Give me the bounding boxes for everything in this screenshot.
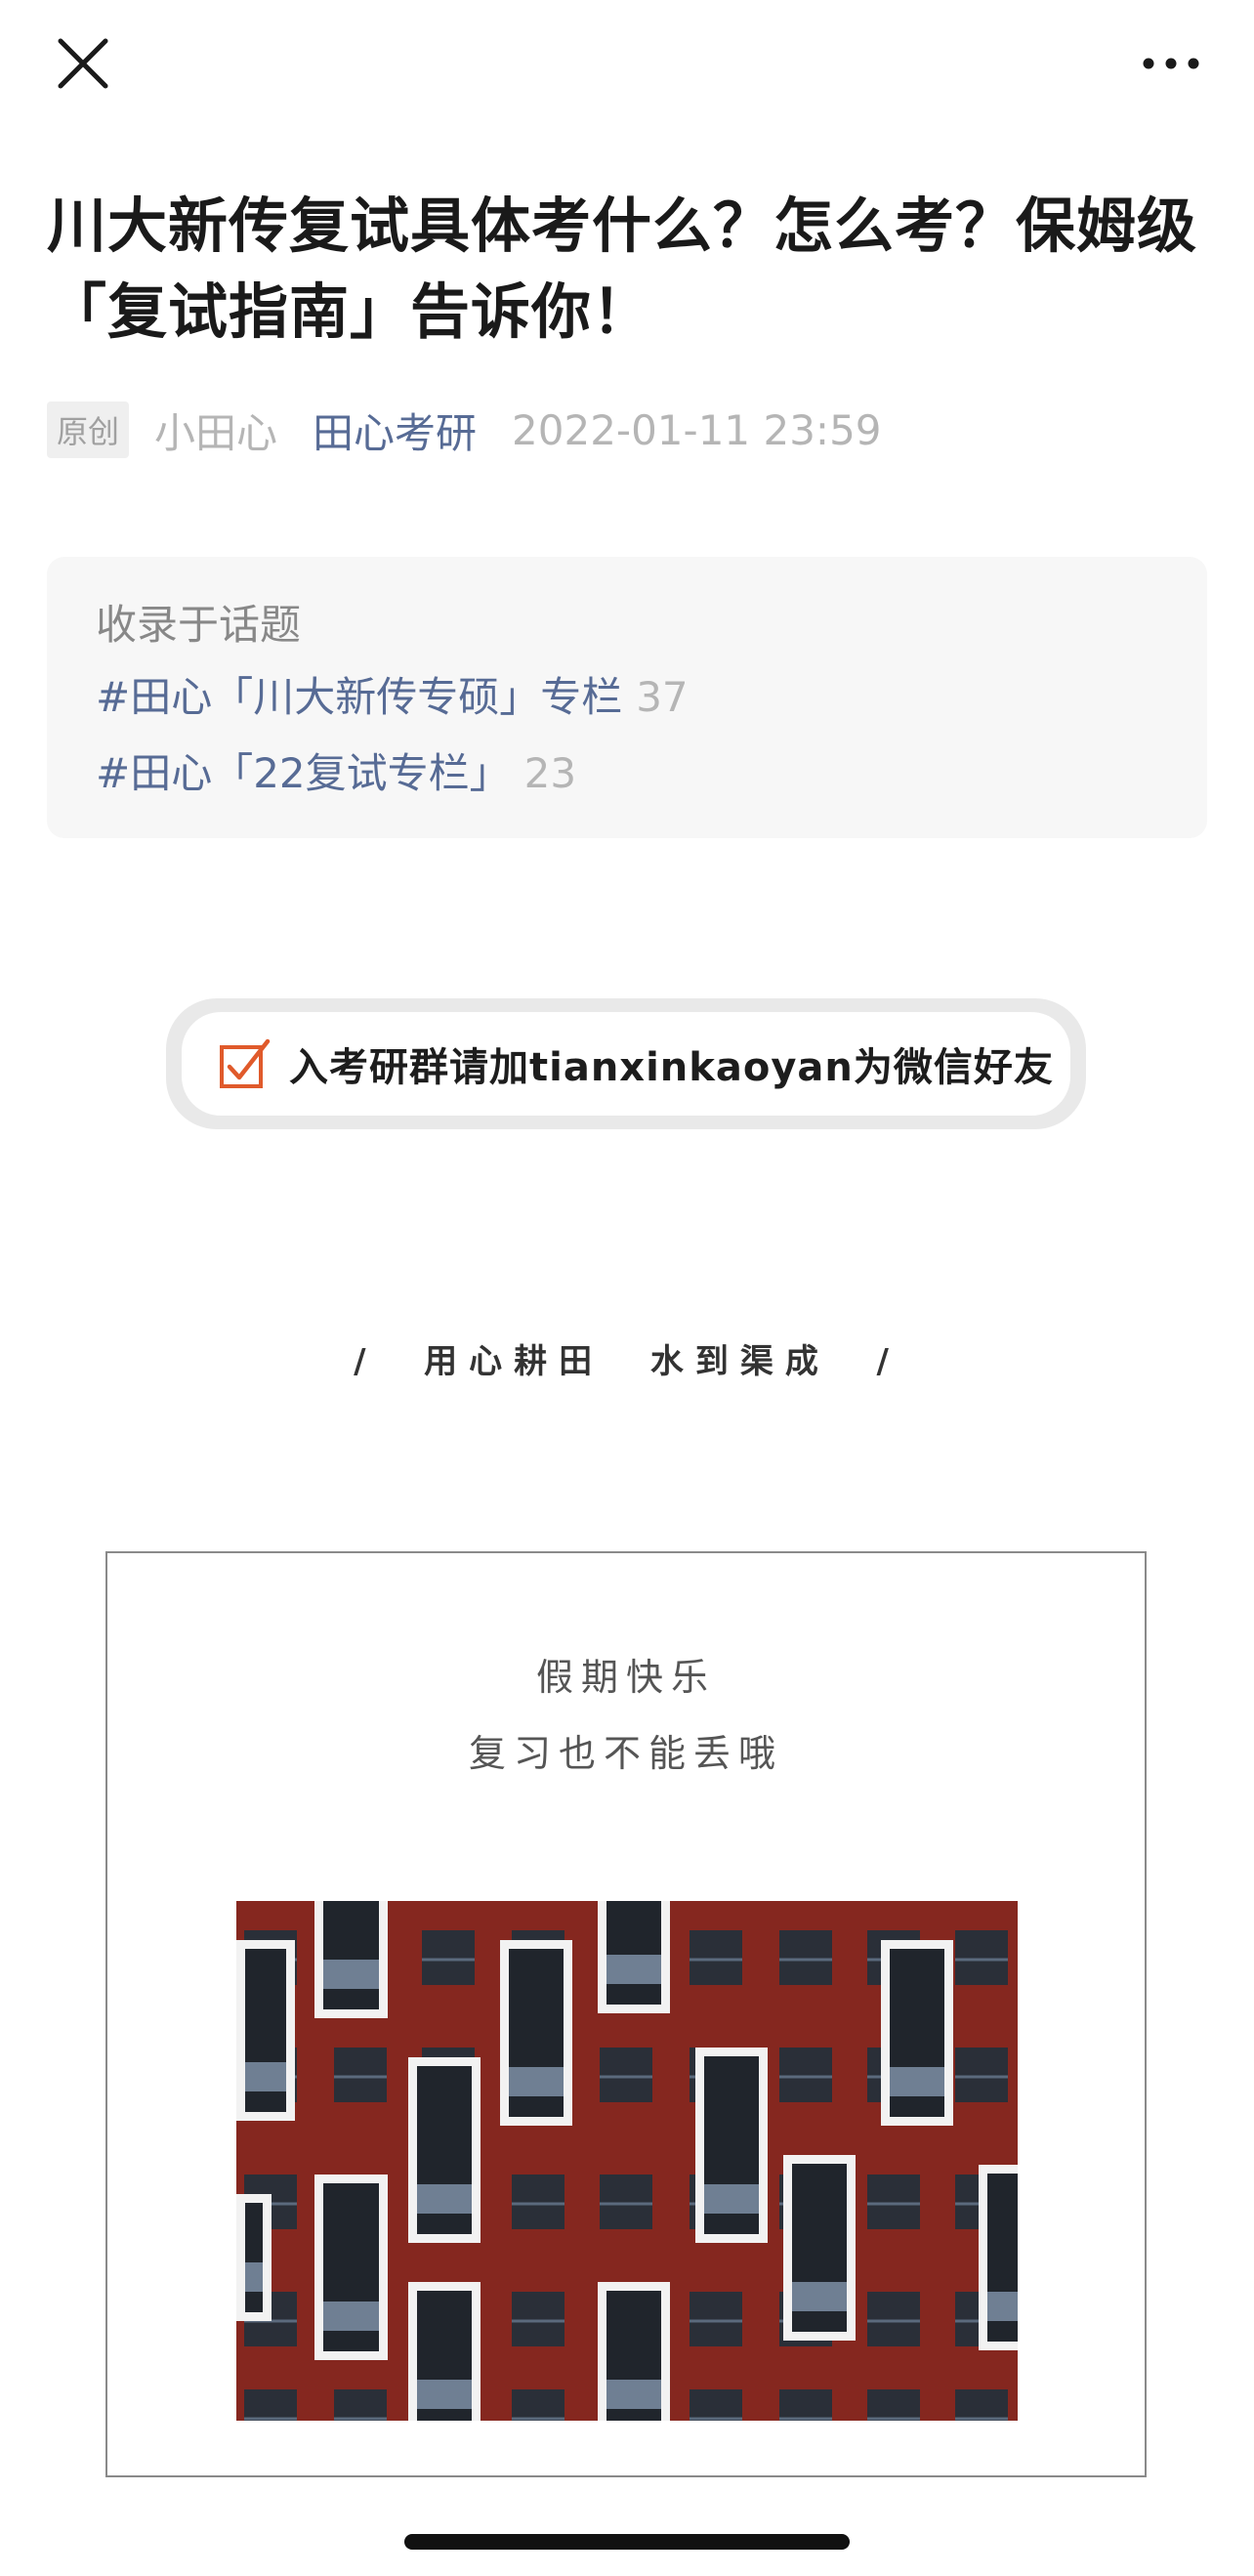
checkbox-checked-icon <box>220 1038 271 1088</box>
holiday-line-2: 复习也不能丢哦 <box>468 1732 783 1775</box>
close-icon[interactable] <box>49 29 117 98</box>
top-bar <box>0 0 1254 127</box>
article-title: 川大新传复试具体考什么？怎么考？保姆级「复试指南」告诉你！ <box>47 191 1198 347</box>
topics-heading: 收录于话题 <box>96 601 302 649</box>
publish-time: 2022-01-11 23:59 <box>512 405 882 454</box>
article-meta: 原创 小田心 田心考研 2022-01-11 23:59 <box>47 401 882 459</box>
topic-label: #田心「川大新传专硕」专栏 <box>96 673 623 721</box>
holiday-line-1: 假期快乐 <box>535 1656 716 1699</box>
holiday-card: 假期快乐 复习也不能丢哦 <box>105 1551 1147 2477</box>
account-name-link[interactable]: 田心考研 <box>313 401 477 460</box>
author-name: 小田心 <box>154 408 278 457</box>
topic-link[interactable]: #田心「22复试专栏」 23 <box>96 740 576 800</box>
home-indicator <box>404 2534 850 2550</box>
topics-panel: 收录于话题 #田心「川大新传专硕」专栏 37 #田心「22复试专栏」 23 <box>47 557 1207 838</box>
topic-count: 23 <box>523 749 577 797</box>
original-badge: 原创 <box>47 401 130 458</box>
building-photo <box>236 1901 1018 2421</box>
topic-link[interactable]: #田心「川大新传专硕」专栏 37 <box>96 664 689 724</box>
join-group-text: 入考研群请加tianxinkaoyan为微信好友 <box>289 1045 1054 1090</box>
join-group-banner-inner: 入考研群请加tianxinkaoyan为微信好友 <box>182 1012 1070 1116</box>
slogan-text: / 用心耕田 水到渠成 / <box>354 1342 900 1381</box>
more-icon[interactable] <box>1137 39 1205 88</box>
topic-label: #田心「22复试专栏」 <box>96 749 511 797</box>
topic-count: 37 <box>636 673 689 721</box>
join-group-banner: 入考研群请加tianxinkaoyan为微信好友 <box>166 998 1086 1129</box>
